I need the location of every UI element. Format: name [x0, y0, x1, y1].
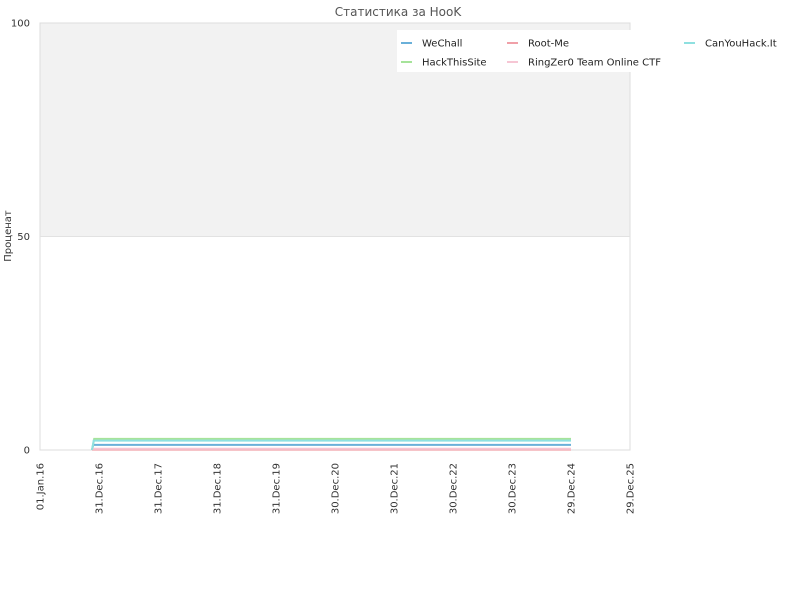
- chart-title: Статистика за HooK: [335, 5, 463, 19]
- chart: Статистика за HooK Проценат 0 50 100 01.Ja…: [3, 5, 777, 514]
- x-tick-label: 30.Dec.23: [508, 463, 519, 514]
- x-tick-label: 31.Dec.19: [272, 463, 283, 514]
- legend-label: WeChall: [422, 39, 462, 50]
- legend-label: HackThisSite: [422, 58, 487, 69]
- x-tick-label: 31.Dec.18: [213, 463, 224, 514]
- y-tick-label: 50: [17, 232, 30, 243]
- legend-label: RingZer0 Team Online CTF: [528, 58, 661, 69]
- x-tick-label: 30.Dec.20: [331, 463, 342, 514]
- legend-label: Root-Me: [528, 39, 569, 50]
- y-axis-label: Проценат: [3, 210, 14, 262]
- legend: WeChall HackThisSite Root-Me RingZer0 Team …: [397, 30, 777, 72]
- x-tick-label: 29.Dec.25: [626, 463, 637, 514]
- x-tick-label: 01.Jan.16: [36, 463, 47, 510]
- x-tick-labels: 01.Jan.16 31.Dec.16 31.Dec.17 31.Dec.18 31.D…: [36, 463, 637, 514]
- x-tick-label: 30.Dec.22: [449, 463, 460, 514]
- x-tick-label: 31.Dec.17: [154, 463, 165, 514]
- x-tick-label: 31.Dec.16: [95, 463, 106, 514]
- y-tick-label: 0: [24, 446, 30, 457]
- x-tick-label: 30.Dec.21: [390, 463, 401, 514]
- y-tick-label: 100: [11, 19, 30, 30]
- x-tick-label: 29.Dec.24: [567, 463, 578, 514]
- legend-label: CanYouHack.It: [705, 39, 777, 50]
- series-lines: [91, 437, 571, 451]
